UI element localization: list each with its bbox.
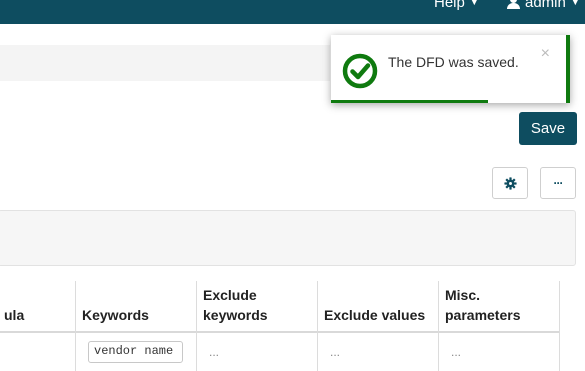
table-column: ula — [0, 281, 76, 371]
gear-icon — [503, 176, 517, 190]
user-menu[interactable]: admin ▼ — [507, 0, 580, 11]
save-button[interactable]: Save — [519, 112, 577, 145]
table-column: Keywords vendor name — [76, 281, 197, 371]
more-options-button[interactable]: ··· — [540, 167, 576, 199]
ellipsis-icon: ··· — [553, 176, 564, 190]
breadcrumb — [0, 45, 330, 81]
exclude-keywords-cell[interactable]: ... — [209, 345, 219, 359]
column-header: Exclude keywords — [197, 281, 317, 333]
settings-button[interactable] — [492, 167, 528, 199]
close-icon[interactable]: × — [541, 45, 550, 63]
help-menu-label: Help — [434, 0, 465, 11]
table-column: Misc. parameters ... — [439, 281, 560, 371]
help-menu[interactable]: Help ▼ — [434, 0, 479, 11]
exclude-values-cell[interactable]: ... — [330, 345, 340, 359]
column-header: Keywords — [76, 281, 196, 333]
keywords-input[interactable]: vendor name — [88, 341, 183, 363]
table-column: Exclude values ... — [318, 281, 439, 371]
column-header: ula — [0, 281, 75, 333]
column-header: Exclude values — [318, 281, 438, 333]
chevron-down-icon: ▼ — [570, 0, 580, 7]
table-column: Exclude keywords ... — [197, 281, 318, 371]
misc-parameters-cell[interactable]: ... — [451, 345, 461, 359]
toast-message: The DFD was saved. — [388, 54, 519, 70]
toast-progress-bar — [331, 100, 489, 103]
chevron-down-icon: ▼ — [469, 0, 479, 7]
column-header: Misc. parameters — [439, 281, 559, 333]
parameters-table: ula Keywords vendor name Exclude keyword… — [0, 281, 560, 371]
success-toast: The DFD was saved. × — [331, 35, 570, 103]
panel-header — [0, 210, 576, 266]
top-navbar: Help ▼ admin ▼ — [0, 0, 585, 24]
user-menu-label: admin — [525, 0, 566, 11]
user-icon — [507, 0, 520, 9]
check-circle-icon — [342, 53, 378, 89]
